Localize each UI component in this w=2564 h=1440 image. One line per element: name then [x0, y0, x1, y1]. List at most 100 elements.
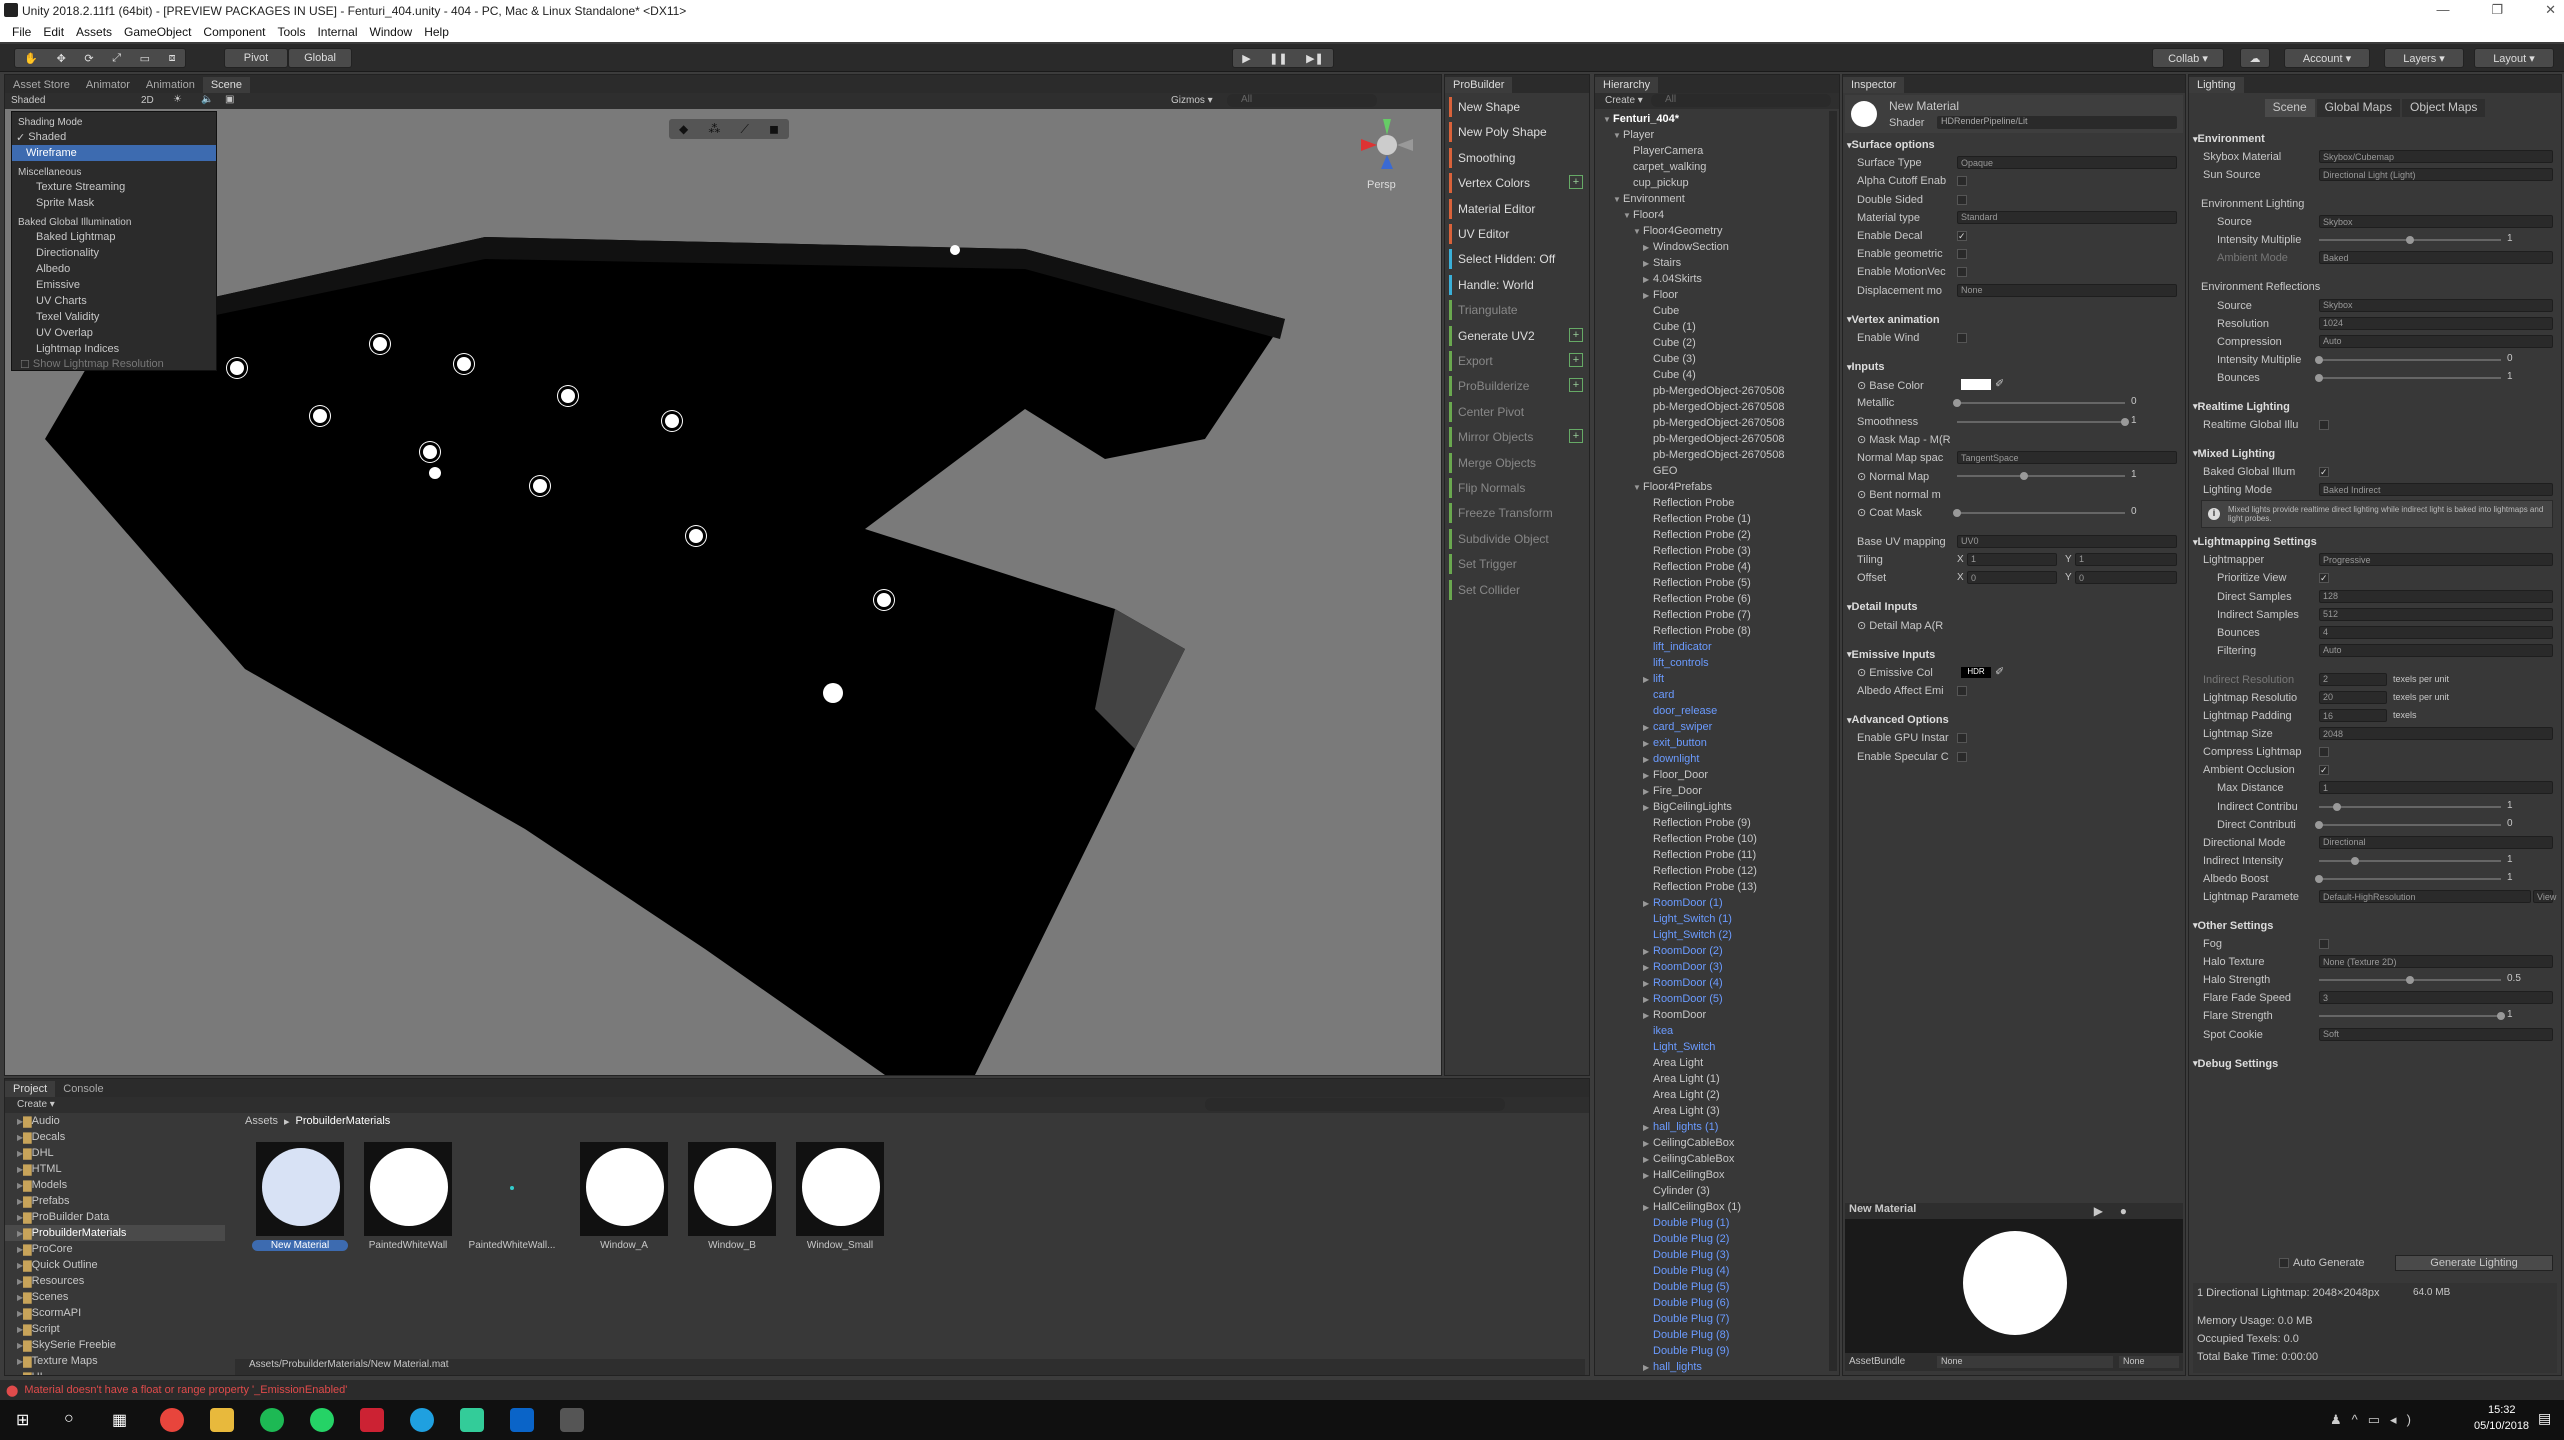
asset-item[interactable]: New Material	[252, 1142, 348, 1252]
property-dropdown[interactable]: Skybox	[2319, 298, 2553, 312]
section-header[interactable]: ▾ Detail Inputs	[1843, 599, 2185, 615]
folder-item[interactable]: ▶ ▇ Script	[5, 1321, 225, 1337]
slider-thumb[interactable]	[2121, 417, 2129, 426]
probuilder-material-editor[interactable]: Material Editor	[1449, 198, 1575, 219]
slider-value[interactable]: 0.5	[2507, 973, 2553, 984]
section-header[interactable]: ▾ Environment	[2189, 131, 2561, 147]
hierarchy-item[interactable]: ▶ RoomDoor (4)	[1595, 975, 1827, 991]
foldout-arrow-icon[interactable]: ▶	[1643, 771, 1653, 780]
generate-lighting-button[interactable]: Generate Lighting	[2395, 1255, 2553, 1271]
foldout-arrow-icon[interactable]: ▶	[1643, 1011, 1653, 1020]
hierarchy-item[interactable]: ▶ Stairs	[1595, 255, 1827, 271]
scene-search-input[interactable]: All	[1227, 94, 1377, 107]
y-field[interactable]: 1	[2075, 552, 2177, 566]
section-header[interactable]: ▾ Emissive Inputs	[1843, 647, 2185, 663]
audio-toggle-icon[interactable]: 🔈	[201, 94, 213, 105]
tray-icons[interactable]: ♟︎^▭◂)	[2330, 1412, 2421, 1428]
menu-item-uv-overlap[interactable]: UV Overlap	[12, 325, 216, 341]
section-header[interactable]: ▾ Debug Settings	[2189, 1056, 2561, 1072]
property-field[interactable]: 1	[2319, 781, 2553, 795]
rotate-tool-icon[interactable]: ⟳	[84, 52, 93, 65]
light-gizmo-icon[interactable]	[665, 414, 679, 428]
probuilder-export[interactable]: Export	[1449, 351, 1575, 371]
sync-app-icon[interactable]	[460, 1408, 484, 1432]
menu-help[interactable]: Help	[424, 25, 449, 39]
section-header[interactable]: ▾ Other Settings	[2189, 918, 2561, 934]
hierarchy-item[interactable]: Reflection Probe (10)	[1595, 831, 1827, 847]
slider-value[interactable]: 1	[2507, 1009, 2553, 1020]
scene-viewport[interactable]: ◆ ⁂ ⟋ ◼ Persp	[5, 109, 1441, 1075]
property-dropdown[interactable]: Auto	[2319, 334, 2553, 348]
slider-value[interactable]: 1	[2507, 371, 2553, 382]
layout-dropdown[interactable]: Layout ▾	[2474, 48, 2554, 68]
folder-item[interactable]: ▶ ▇ Decals	[5, 1129, 225, 1145]
project-create-button[interactable]: Create ▾	[17, 1099, 55, 1110]
hierarchy-item[interactable]: Reflection Probe	[1595, 495, 1827, 511]
property-dropdown[interactable]: Directional Light (Light)	[2319, 168, 2553, 182]
menu-internal[interactable]: Internal	[317, 25, 357, 39]
reflection-probe-icon[interactable]	[823, 683, 843, 703]
foldout-arrow-icon[interactable]: ▶	[1643, 1203, 1653, 1212]
menu-item-albedo[interactable]: Albedo	[12, 261, 216, 277]
hierarchy-item[interactable]: Double Plug (3)	[1595, 1247, 1827, 1263]
hierarchy-item[interactable]: Reflection Probe (6)	[1595, 591, 1827, 607]
breadcrumb-assets[interactable]: Assets	[245, 1115, 278, 1131]
close-icon[interactable]: ✕	[2545, 2, 2556, 18]
menu-file[interactable]: File	[12, 25, 31, 39]
property-checkbox[interactable]	[2319, 419, 2329, 430]
section-header[interactable]: ▾ Inputs	[1843, 359, 2185, 375]
property-dropdown[interactable]: UV0	[1957, 534, 2177, 548]
hierarchy-item[interactable]: ▶ card_swiper	[1595, 719, 1827, 735]
foldout-arrow-icon[interactable]: ▶	[1643, 755, 1653, 764]
foldout-arrow-icon[interactable]: ▼	[1633, 483, 1643, 492]
hierarchy-item[interactable]: Double Plug (1)	[1595, 1215, 1827, 1231]
edge-mode-icon[interactable]: ⟋	[740, 122, 748, 137]
folder-item[interactable]: ▶ ▇ Texture Maps	[5, 1353, 225, 1369]
property-field[interactable]: 128	[2319, 589, 2553, 603]
section-header[interactable]: ▾ Surface options	[1843, 137, 2185, 153]
probuilder-vertex-colors[interactable]: Vertex Colors	[1449, 173, 1575, 194]
menu-window[interactable]: Window	[370, 25, 413, 39]
asset-item[interactable]: PaintedWhiteWall...	[464, 1142, 560, 1252]
property-field[interactable]: 3	[2319, 991, 2553, 1005]
folder-item[interactable]: ▶ ▇ Models	[5, 1177, 225, 1193]
assetbundle-dropdown[interactable]: None	[1937, 1356, 2113, 1368]
slider-track[interactable]	[2315, 874, 2501, 883]
property-dropdown[interactable]: 2048	[2319, 727, 2553, 741]
tab-lighting[interactable]: Lighting	[2189, 77, 2244, 93]
property-dropdown[interactable]: Auto	[2319, 643, 2553, 657]
hierarchy-item[interactable]: ▶ hall_lights (1)	[1595, 1119, 1827, 1135]
eyedropper-icon[interactable]: ✐	[1995, 665, 2004, 678]
search-icon[interactable]: ○	[64, 1410, 74, 1428]
project-search-input[interactable]	[1205, 1098, 1505, 1111]
probuilder-generate-uv2[interactable]: Generate UV2	[1449, 325, 1575, 346]
probuilder-flip-normals[interactable]: Flip Normals	[1449, 478, 1575, 498]
hierarchy-item[interactable]: Reflection Probe (3)	[1595, 543, 1827, 559]
hierarchy-item[interactable]: lift_indicator	[1595, 639, 1827, 655]
hierarchy-item[interactable]: ▶ CeilingCableBox	[1595, 1151, 1827, 1167]
probuilder-set-collider[interactable]: Set Collider	[1449, 579, 1575, 600]
foldout-arrow-icon[interactable]: ▶	[1643, 275, 1653, 284]
hierarchy-item[interactable]: ▶ HallCeilingBox (1)	[1595, 1199, 1827, 1215]
effects-toggle-icon[interactable]: ▣	[225, 94, 234, 105]
options-plus-icon[interactable]: +	[1569, 175, 1583, 190]
slider-track[interactable]	[1953, 508, 2125, 517]
foldout-arrow-icon[interactable]: ▶	[1643, 1171, 1653, 1180]
foldout-arrow-icon[interactable]: ▶	[1643, 979, 1653, 988]
foldout-arrow-icon[interactable]: ▶	[1643, 739, 1653, 748]
menu-item-texel-validity[interactable]: Texel Validity	[12, 309, 216, 325]
skype-icon[interactable]	[410, 1408, 434, 1432]
hierarchy-item[interactable]: ▶ RoomDoor (3)	[1595, 959, 1827, 975]
menu-item-directionality[interactable]: Directionality	[12, 245, 216, 261]
property-checkbox[interactable]	[2319, 939, 2329, 950]
scale-tool-icon[interactable]: ⤢	[112, 52, 121, 65]
property-dropdown[interactable]: None	[1957, 283, 2177, 297]
probuilder-new-shape[interactable]: New Shape	[1449, 97, 1575, 117]
cloud-icon[interactable]: ☁	[2240, 48, 2270, 68]
hierarchy-item[interactable]: pb-MergedObject-2670508	[1595, 431, 1827, 447]
menu-assets[interactable]: Assets	[76, 25, 112, 39]
asset-item[interactable]: Window_A	[576, 1142, 672, 1252]
folder-item[interactable]: ▶ ▇ ProCore	[5, 1241, 225, 1257]
foldout-arrow-icon[interactable]: ▶	[1643, 995, 1653, 1004]
folder-item[interactable]: ▶ ▇ DHL	[5, 1145, 225, 1161]
